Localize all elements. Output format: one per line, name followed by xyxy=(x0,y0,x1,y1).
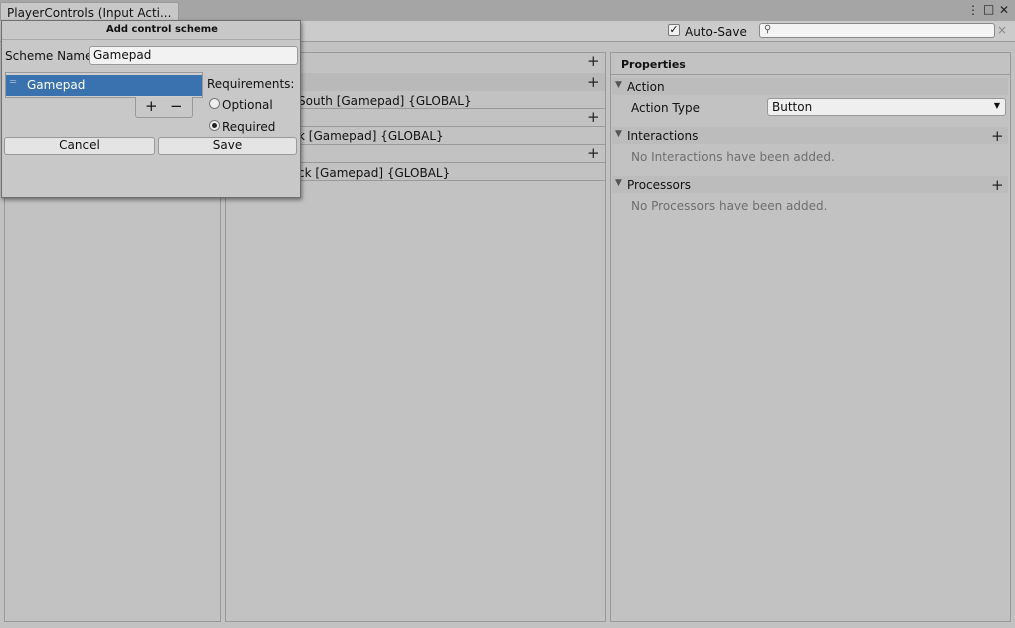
foldout-arrow-icon[interactable]: ▼ xyxy=(615,129,622,139)
search-icon: ⚲ xyxy=(764,24,772,35)
add-interaction-icon[interactable]: + xyxy=(991,129,1004,144)
action-type-value: Button xyxy=(772,100,813,114)
required-label: Required xyxy=(222,120,276,134)
processors-section-label: Processors xyxy=(627,178,692,192)
window-tab[interactable]: PlayerControls (Input Acti... xyxy=(0,2,179,22)
save-button[interactable]: Save xyxy=(158,137,297,155)
action-section-label: Action xyxy=(627,80,665,94)
action-section-header[interactable] xyxy=(612,78,1008,95)
remove-device-button[interactable]: − xyxy=(170,97,183,115)
drag-handle-icon[interactable]: ═ xyxy=(10,77,16,88)
device-name: Gamepad xyxy=(27,78,86,92)
device-list-footer xyxy=(135,97,193,118)
binding-item[interactable]: South [Gamepad] {GLOBAL} xyxy=(298,94,472,108)
required-radio[interactable] xyxy=(209,120,220,131)
foldout-arrow-icon[interactable]: ▼ xyxy=(615,178,622,188)
divider xyxy=(2,39,300,40)
action-type-dropdown[interactable]: Button ▼ xyxy=(767,98,1006,116)
properties-title: Properties xyxy=(621,58,686,71)
add-action-icon[interactable]: + xyxy=(587,54,600,69)
scheme-name-input[interactable]: Gamepad xyxy=(89,46,298,65)
interactions-empty-text: No Interactions have been added. xyxy=(631,150,835,164)
add-binding-icon[interactable]: + xyxy=(587,146,600,161)
scheme-name-label: Scheme Name xyxy=(5,49,93,63)
foldout-arrow-icon[interactable]: ▼ xyxy=(615,80,622,90)
add-processor-icon[interactable]: + xyxy=(991,178,1004,193)
search-input[interactable]: ⚲ xyxy=(759,23,995,38)
save-button-label: Save xyxy=(212,138,243,152)
auto-save-checkbox[interactable]: ✓ xyxy=(668,24,680,36)
add-device-button[interactable]: + xyxy=(145,97,158,115)
action-type-label: Action Type xyxy=(631,101,700,115)
dropdown-arrow-icon: ▼ xyxy=(993,101,1000,110)
auto-save-label: Auto-Save xyxy=(685,25,747,39)
search-clear-icon[interactable]: × xyxy=(997,23,1007,37)
divider xyxy=(611,74,1010,75)
add-binding-icon[interactable]: + xyxy=(587,75,600,90)
maximize-icon[interactable]: □ xyxy=(983,2,994,16)
optional-label: Optional xyxy=(222,98,273,112)
interactions-section-label: Interactions xyxy=(627,129,699,143)
device-list-item[interactable]: ═ Gamepad xyxy=(6,75,202,96)
more-options-icon[interactable]: ⋮ xyxy=(967,3,979,17)
dialog-title: Add control scheme xyxy=(106,24,218,35)
close-icon[interactable]: ✕ xyxy=(999,3,1009,17)
requirements-label: Requirements: xyxy=(207,77,295,91)
binding-item[interactable]: k [Gamepad] {GLOBAL} xyxy=(298,129,444,143)
cancel-button-label: Cancel xyxy=(59,138,100,152)
cancel-button[interactable]: Cancel xyxy=(4,137,155,155)
binding-item[interactable]: ck [Gamepad] {GLOBAL} xyxy=(298,166,450,180)
window-tab-title: PlayerControls (Input Acti... xyxy=(7,6,172,20)
scheme-name-value: Gamepad xyxy=(93,48,152,62)
optional-radio[interactable] xyxy=(209,98,220,109)
processors-empty-text: No Processors have been added. xyxy=(631,199,828,213)
add-binding-icon[interactable]: + xyxy=(587,110,600,125)
